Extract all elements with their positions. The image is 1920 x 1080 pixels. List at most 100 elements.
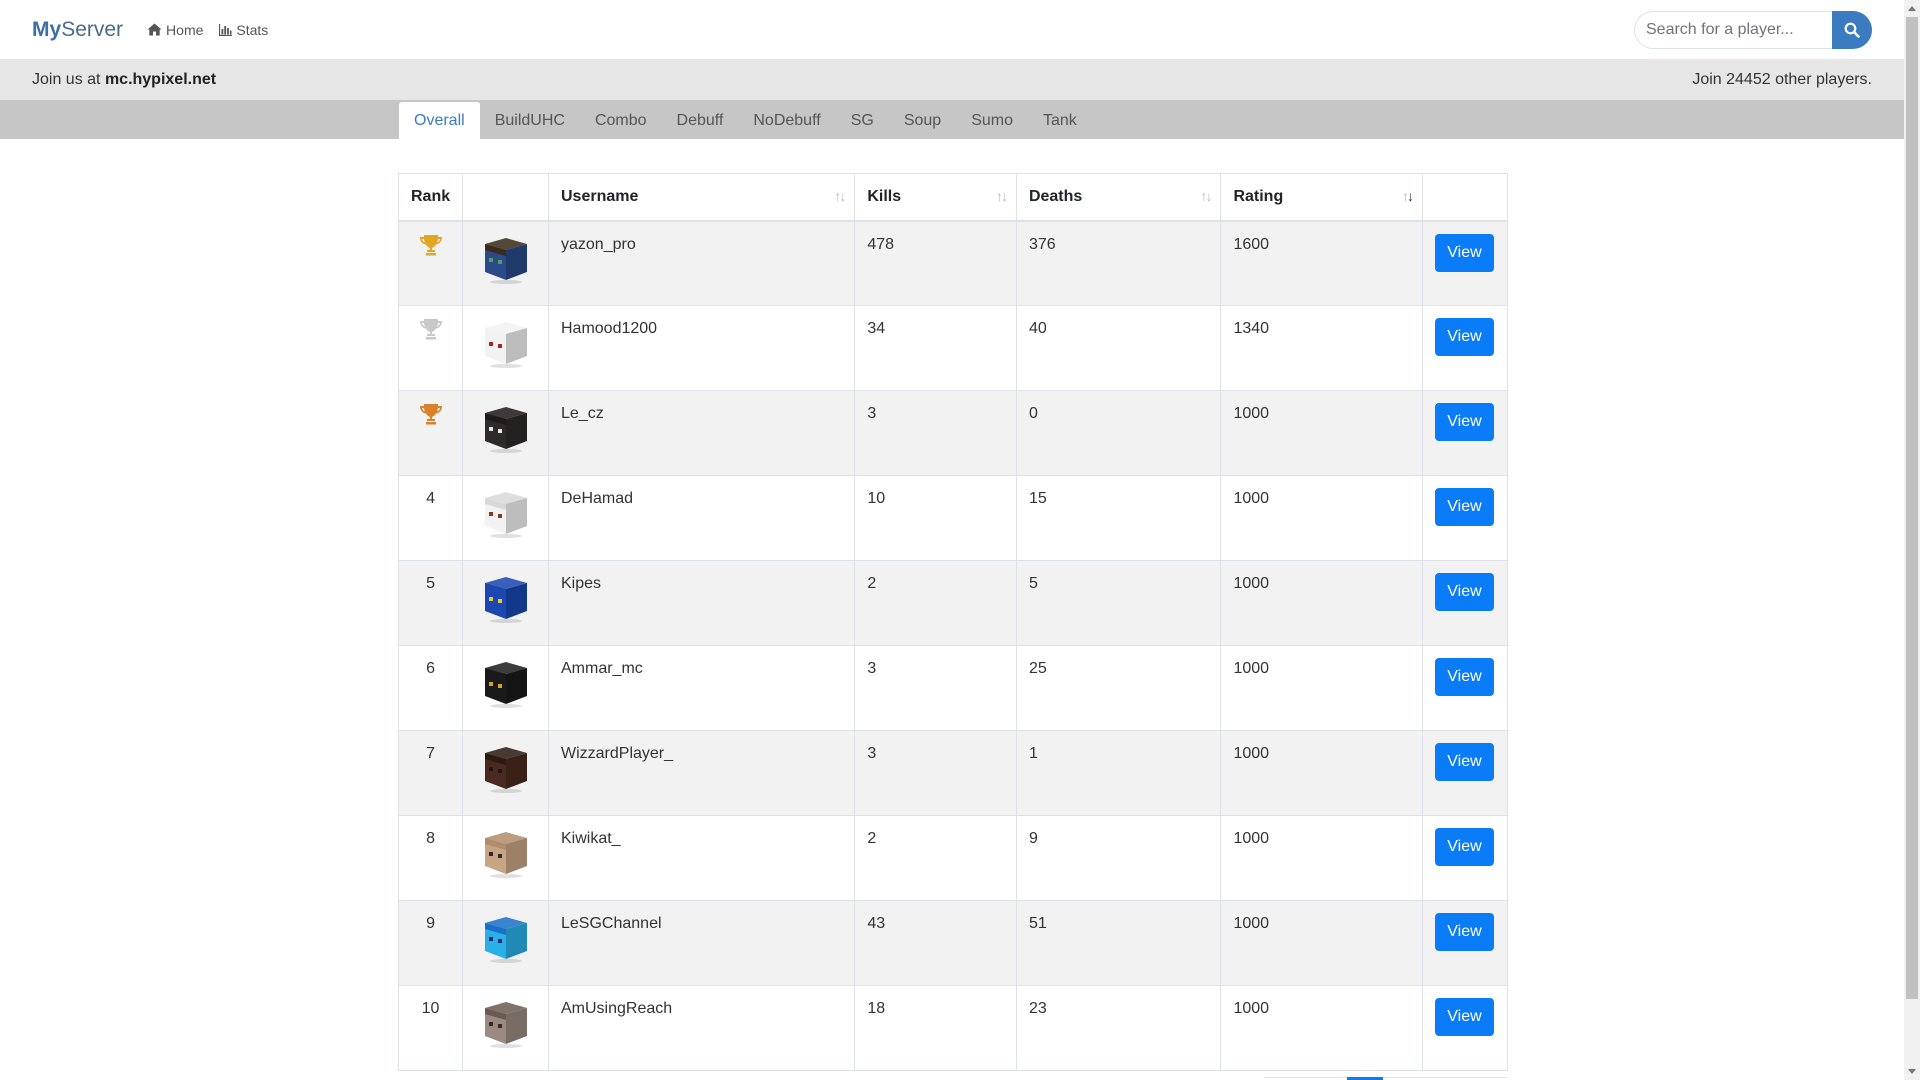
trophy-bronze-icon — [419, 404, 442, 425]
server-info-bar: Join us at mc.hypixel.net Join 24452 oth… — [0, 60, 1904, 100]
view-player-button[interactable]: View — [1434, 318, 1494, 356]
view-player-button[interactable]: View — [1434, 998, 1494, 1036]
header-deaths[interactable]: Deaths ↑↓ — [1015, 173, 1222, 222]
username-cell[interactable]: Le_cz — [547, 390, 856, 476]
rating-cell: 1000 — [1220, 560, 1423, 646]
tab-tank[interactable]: Tank — [1028, 100, 1092, 139]
player-head-avatar[interactable] — [480, 571, 532, 623]
username-cell[interactable]: Ammar_mc — [547, 645, 856, 731]
player-head-avatar[interactable] — [480, 741, 532, 793]
trophy-gold-icon — [419, 234, 442, 255]
nav-stats-label: Stats — [236, 21, 269, 38]
view-player-button[interactable]: View — [1434, 573, 1494, 611]
sort-arrows-icon[interactable]: ↑↓ — [996, 188, 1008, 204]
tab-combo[interactable]: Combo — [580, 100, 662, 139]
actions-cell: View — [1421, 730, 1509, 816]
kills-cell: 3 — [854, 645, 1017, 731]
player-head-avatar[interactable] — [480, 316, 532, 368]
header-rating-label: Rating — [1233, 187, 1284, 205]
rating-cell: 1000 — [1220, 985, 1423, 1071]
kills-cell: 2 — [854, 560, 1017, 646]
sort-arrows-icon[interactable]: ↑↓ — [1200, 188, 1212, 204]
brand-logo[interactable]: MyServer — [32, 18, 123, 42]
player-head-avatar[interactable] — [480, 486, 532, 538]
top-navbar: MyServer Home Stats — [0, 0, 1904, 60]
scroll-up-arrow-icon[interactable] — [1908, 6, 1916, 11]
view-player-button[interactable]: View — [1434, 488, 1494, 526]
search-input[interactable] — [1634, 11, 1832, 49]
username-cell[interactable]: DeHamad — [547, 475, 856, 561]
player-head-avatar[interactable] — [480, 996, 532, 1048]
page: MyServer Home Stats Join us at mc.hypixe… — [0, 0, 1920, 1080]
view-player-button[interactable]: View — [1434, 743, 1494, 781]
tab-sumo[interactable]: Sumo — [956, 100, 1028, 139]
join-server-text: Join us at mc.hypixel.net — [32, 71, 216, 89]
skin-cell — [462, 815, 549, 901]
nav-home-label: Home — [166, 21, 204, 38]
username-cell[interactable]: Hamood1200 — [547, 305, 856, 391]
sort-desc-icon[interactable]: ↑↓ — [1402, 188, 1414, 204]
tab-builduhc[interactable]: BuildUHC — [480, 100, 580, 139]
view-player-button[interactable]: View — [1434, 658, 1494, 696]
rank-cell: 4 — [397, 475, 464, 561]
deaths-cell: 0 — [1015, 390, 1222, 476]
nav-home-link[interactable]: Home — [147, 22, 203, 38]
scrollbar-thumb[interactable] — [1906, 17, 1918, 999]
view-player-button[interactable]: View — [1434, 828, 1494, 866]
player-head-avatar[interactable] — [480, 826, 532, 878]
header-deaths-label: Deaths — [1028, 187, 1083, 205]
actions-cell: View — [1421, 645, 1509, 731]
header-kills-label: Kills — [867, 187, 902, 205]
brand-strong: My — [32, 17, 62, 41]
sort-arrows-icon[interactable]: ↑↓ — [834, 188, 846, 204]
deaths-cell: 9 — [1015, 815, 1222, 901]
rating-cell: 1000 — [1220, 475, 1423, 561]
username-cell[interactable]: Kipes — [547, 560, 856, 646]
deaths-cell: 23 — [1015, 985, 1222, 1071]
header-kills[interactable]: Kills ↑↓ — [854, 173, 1017, 222]
username-cell[interactable]: Kiwikat_ — [547, 815, 856, 901]
skin-cell — [462, 390, 549, 476]
rank-number: 9 — [426, 915, 436, 932]
search-button[interactable] — [1832, 11, 1872, 49]
page-scrollbar[interactable] — [1904, 0, 1920, 1080]
header-username[interactable]: Username ↑↓ — [547, 173, 856, 222]
tab-overall[interactable]: Overall — [399, 102, 480, 139]
header-rating[interactable]: Rating ↑↓ — [1220, 173, 1423, 222]
actions-cell: View — [1421, 390, 1509, 476]
tab-debuff[interactable]: Debuff — [662, 100, 739, 139]
player-head-avatar[interactable] — [480, 401, 532, 453]
kills-cell: 18 — [854, 985, 1017, 1071]
player-head-avatar[interactable] — [480, 232, 532, 284]
username-cell[interactable]: WizzardPlayer_ — [547, 730, 856, 816]
username-cell[interactable]: yazon_pro — [547, 220, 856, 306]
view-player-button[interactable]: View — [1434, 233, 1494, 272]
view-player-button[interactable]: View — [1434, 403, 1494, 441]
rank-number: 6 — [426, 660, 436, 677]
actions-cell: View — [1421, 900, 1509, 986]
table-row: Hamood1200 34 40 1340 View — [397, 305, 1509, 391]
rating-cell: 1340 — [1220, 305, 1423, 391]
player-head-avatar[interactable] — [480, 911, 532, 963]
deaths-cell: 40 — [1015, 305, 1222, 391]
view-player-button[interactable]: View — [1434, 913, 1494, 951]
nav-stats-link[interactable]: Stats — [219, 22, 268, 38]
leaderboard-table-wrapper: Rank Username ↑↓ Kills ↑↓ Deaths ↑↓ Rating ↑… — [397, 173, 1509, 1071]
tab-nodebuff[interactable]: NoDebuff — [738, 100, 835, 139]
username-cell[interactable]: AmUsingReach — [547, 985, 856, 1071]
username-cell[interactable]: LeSGChannel — [547, 900, 856, 986]
deaths-cell: 376 — [1015, 220, 1222, 306]
leaderboard-table: Rank Username ↑↓ Kills ↑↓ Deaths ↑↓ Rating ↑… — [397, 173, 1509, 1071]
rank-number: 4 — [426, 490, 436, 507]
kills-cell: 34 — [854, 305, 1017, 391]
gamemode-tabs: Overall BuildUHC Combo Debuff NoDebuff S… — [399, 100, 1092, 139]
player-head-avatar[interactable] — [480, 656, 532, 708]
skin-cell — [462, 560, 549, 646]
rank-cell: 8 — [397, 815, 464, 901]
tab-soup[interactable]: Soup — [889, 100, 956, 139]
header-rank: Rank — [397, 173, 464, 222]
rank-cell: 9 — [397, 900, 464, 986]
table-row: 4 DeHamad 10 15 1000 View — [397, 475, 1509, 561]
scroll-down-arrow-icon[interactable] — [1908, 1069, 1916, 1074]
tab-sg[interactable]: SG — [836, 100, 889, 139]
